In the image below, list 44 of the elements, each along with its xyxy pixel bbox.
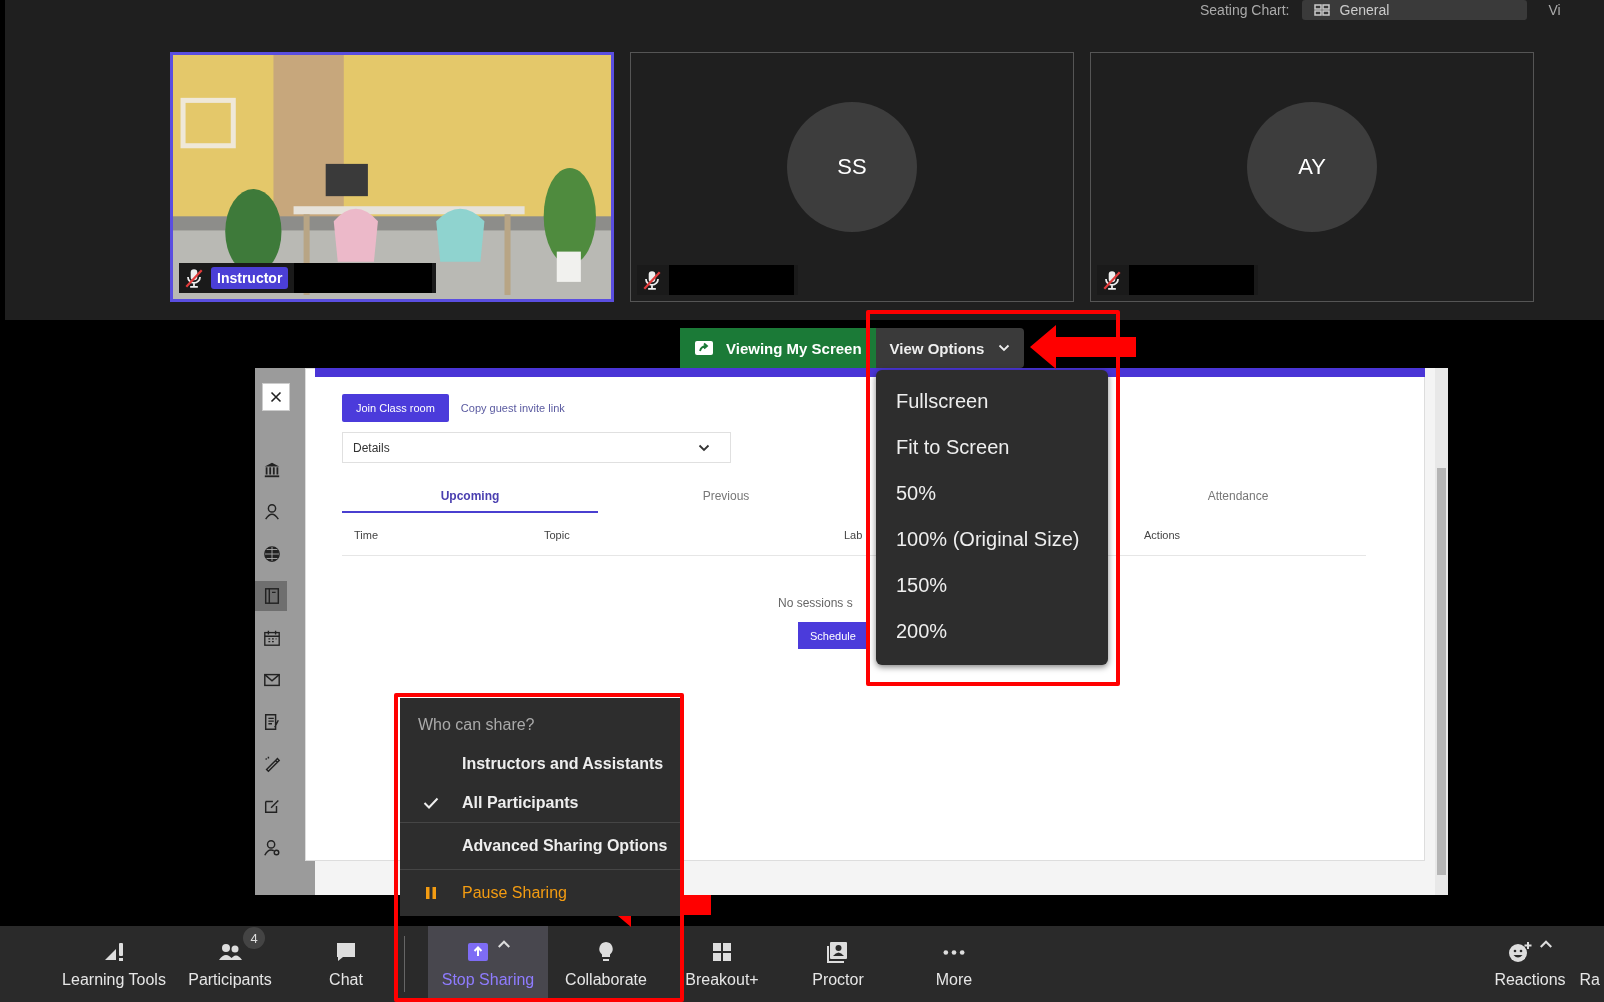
toolbar-label: Vi: [1548, 2, 1561, 18]
toolbar-button[interactable]: Collaborate: [565, 926, 647, 1002]
menu-item[interactable]: Fullscreen: [876, 378, 1108, 424]
invite-link[interactable]: Copy guest invite link: [460, 402, 565, 414]
option-label: All Participants: [462, 793, 579, 812]
toolbar-button[interactable]: Ra: [1579, 926, 1600, 1002]
column-header: Lab: [844, 529, 863, 541]
count-badge: 4: [243, 927, 265, 949]
details-select[interactable]: Details: [342, 432, 731, 463]
menu-item[interactable]: All Participants: [400, 783, 680, 822]
menu-item[interactable]: Advanced Sharing Options: [400, 823, 680, 869]
schedule-button[interactable]: Schedule: [798, 622, 868, 649]
role-badge: Instructor: [211, 267, 289, 289]
tab[interactable]: Attendance: [1110, 477, 1366, 513]
toolbar-button[interactable]: Chat: [329, 926, 363, 1002]
menu-item[interactable]: 100% (Original Size): [876, 516, 1108, 562]
menu-item[interactable]: Pause Sharing: [400, 870, 680, 916]
menu-item[interactable]: Fit to Screen: [876, 424, 1108, 470]
toolbar-button[interactable]: Proctor: [812, 926, 864, 1002]
column-header: Actions: [1144, 529, 1181, 541]
avatar: SS: [787, 102, 917, 232]
seating-chart-label: Seating Chart:: [1200, 2, 1290, 18]
view-options-button[interactable]: View Options: [875, 328, 1025, 368]
seating-chart-select[interactable]: General: [1301, 0, 1527, 20]
toolbar-button[interactable]: Learning Tools: [62, 926, 166, 1002]
toolbar-button[interactable]: 4 Participants: [188, 926, 272, 1002]
menu-item[interactable]: Instructors and Assistants: [400, 744, 680, 783]
toolbar-button[interactable]: More: [935, 926, 973, 1002]
column-header: Time: [354, 529, 379, 541]
tab[interactable]: Upcoming: [342, 477, 598, 513]
menu-item[interactable]: 50%: [876, 470, 1108, 516]
viewing-status: Viewing My Screen: [680, 328, 876, 368]
join-button[interactable]: Join Class room: [342, 394, 449, 422]
menu-item[interactable]: 150%: [876, 562, 1108, 608]
empty-message: No sessions s: [778, 596, 853, 610]
toolbar-button[interactable]: Breakout+: [685, 926, 759, 1002]
tab[interactable]: Previous: [598, 477, 854, 513]
option-label: Pause Sharing: [462, 884, 567, 902]
avatar: AY: [1247, 102, 1377, 232]
toolbar-button[interactable]: Reactions: [1494, 926, 1566, 1002]
menu-item[interactable]: 200%: [876, 608, 1108, 654]
column-header: Topic: [544, 529, 570, 541]
menu-heading: Who can share?: [417, 715, 536, 735]
option-label: Instructors and Assistants: [462, 754, 664, 773]
